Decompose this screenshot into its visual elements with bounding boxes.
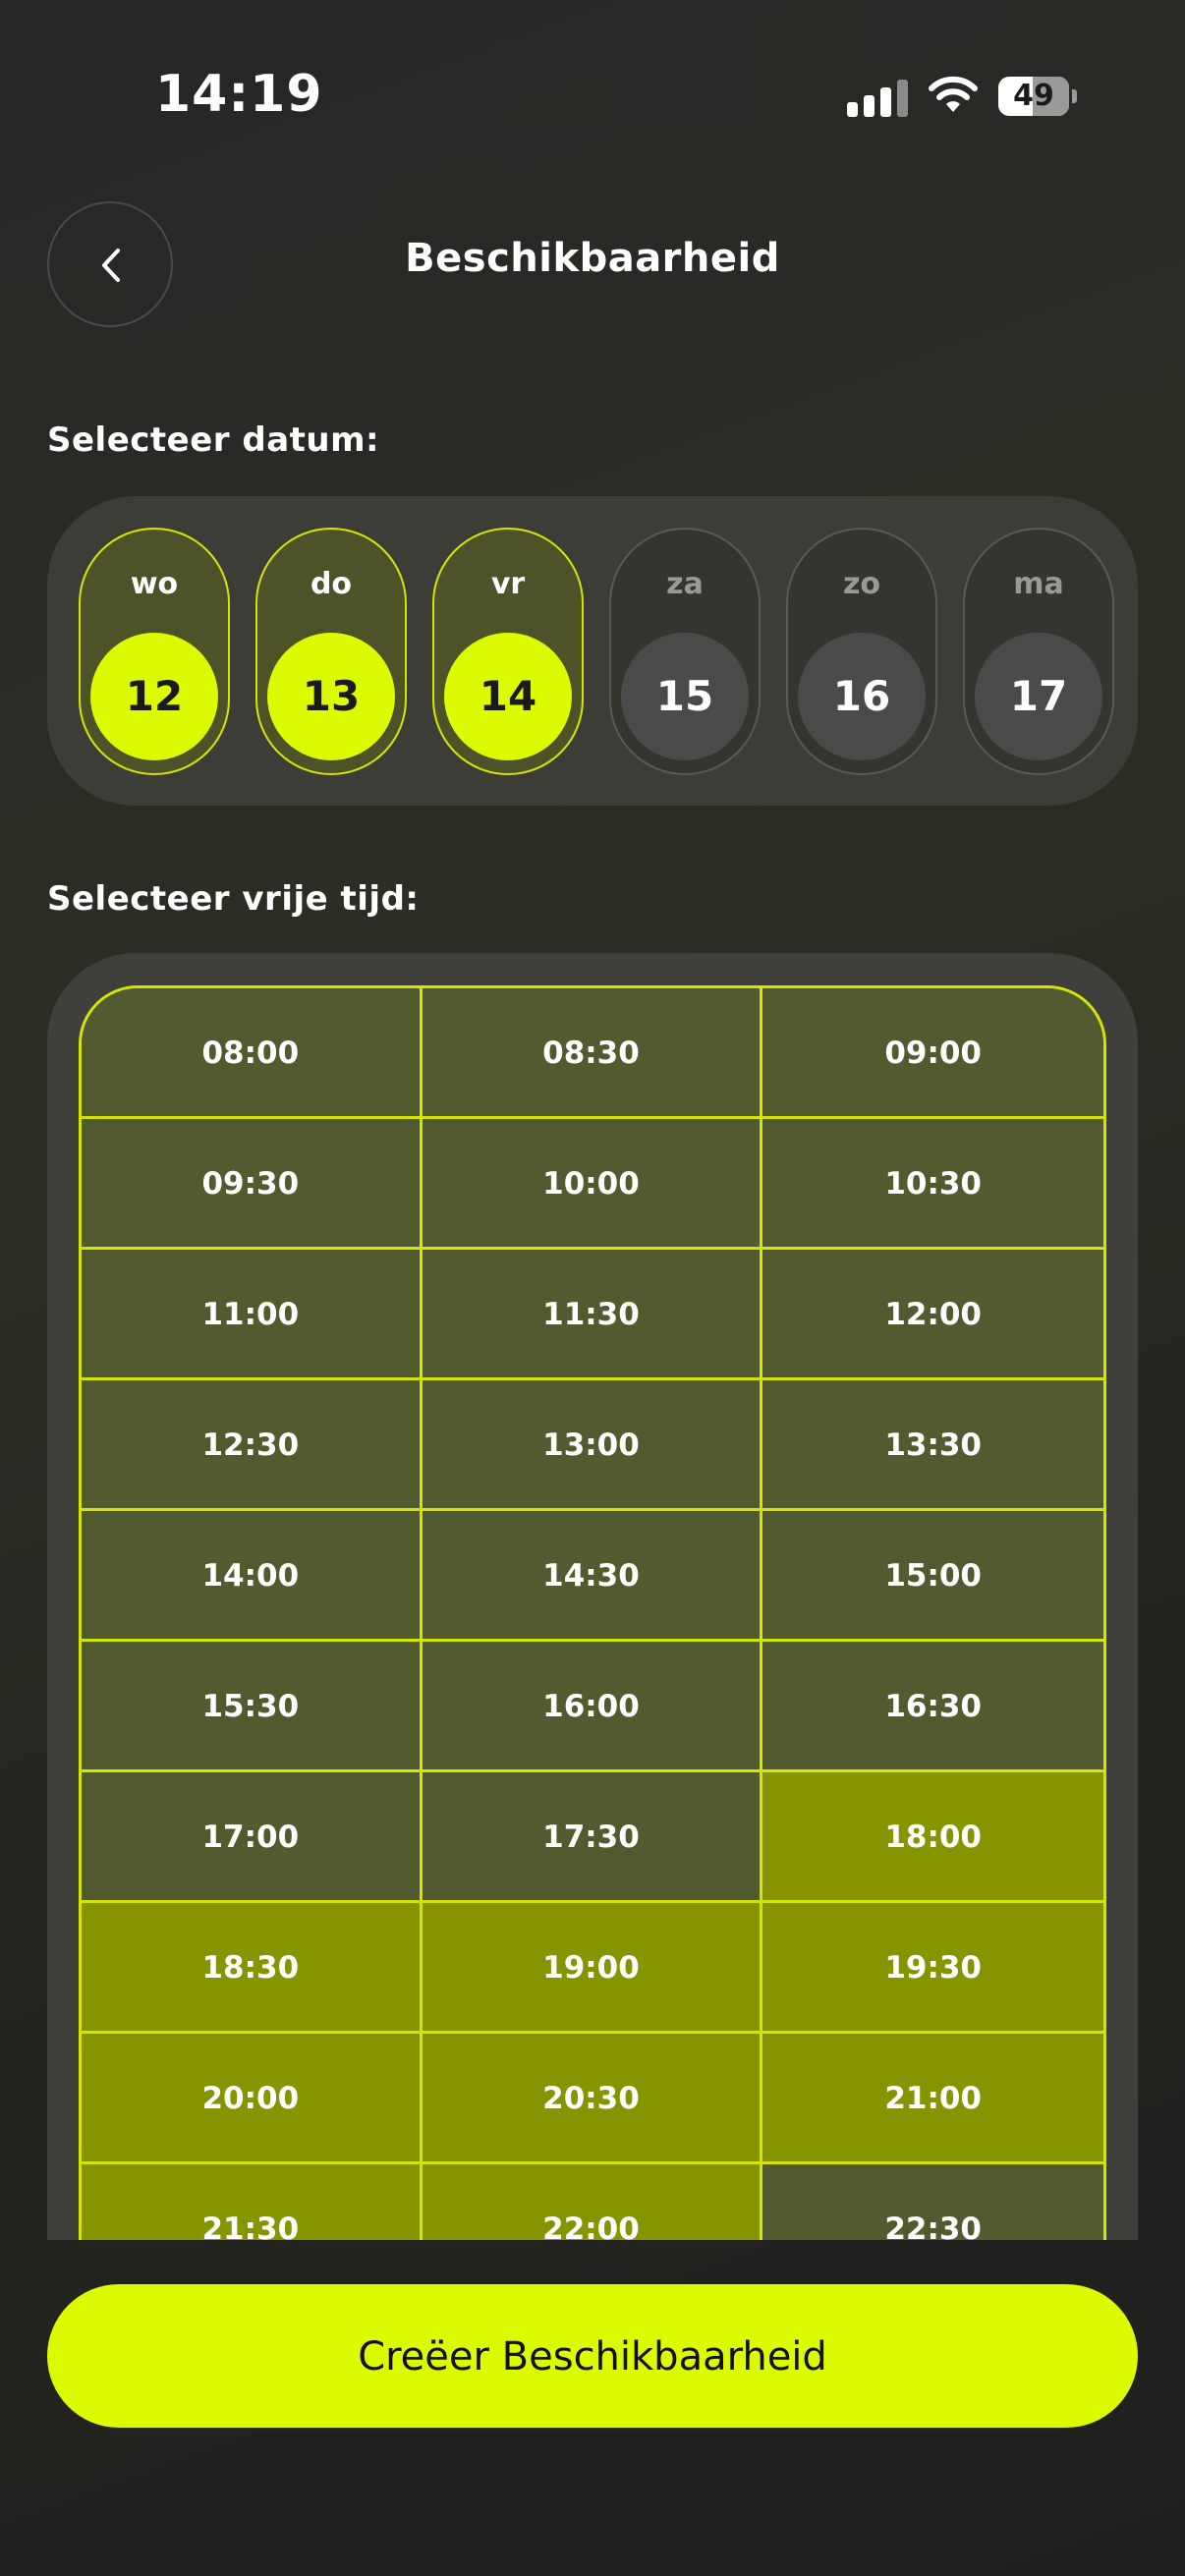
time-slot-0930[interactable]: 09:30 bbox=[82, 1119, 423, 1250]
day-label: vr bbox=[490, 567, 526, 601]
day-number: 16 bbox=[798, 633, 926, 760]
time-selector: 08:00 08:30 09:00 09:30 10:00 10:30 11:00 11:30… bbox=[47, 953, 1138, 2240]
time-slot-2130[interactable]: 21:30 bbox=[82, 2164, 423, 2240]
date-selector: wo 12 do 13 vr 14 za 15 zo 16 ma 17 bbox=[47, 496, 1138, 806]
time-slot-2000[interactable]: 20:00 bbox=[82, 2034, 423, 2164]
date-pill-ma[interactable]: ma 17 bbox=[963, 528, 1114, 775]
day-number: 17 bbox=[975, 633, 1102, 760]
day-label: ma bbox=[1013, 567, 1064, 601]
time-slot-1400[interactable]: 14:00 bbox=[82, 1511, 423, 1642]
time-section-label: Selecteer vrije tijd: bbox=[47, 879, 420, 919]
time-slot-0900[interactable]: 09:00 bbox=[762, 988, 1103, 1119]
battery-icon: 49 bbox=[998, 77, 1077, 116]
time-slot-2030[interactable]: 20:30 bbox=[422, 2034, 763, 2164]
page-title: Beschikbaarheid bbox=[405, 236, 780, 281]
day-number: 15 bbox=[621, 633, 749, 760]
date-pill-wo[interactable]: wo 12 bbox=[79, 528, 230, 775]
battery-tip bbox=[1072, 89, 1077, 103]
day-label: za bbox=[666, 567, 704, 601]
time-slot-1730[interactable]: 17:30 bbox=[422, 1772, 763, 1903]
time-slot-1200[interactable]: 12:00 bbox=[762, 1250, 1103, 1380]
date-pill-vr[interactable]: vr 14 bbox=[432, 528, 584, 775]
date-pill-za[interactable]: za 15 bbox=[609, 528, 761, 775]
create-availability-button[interactable]: Creëer Beschikbaarheid bbox=[47, 2284, 1138, 2428]
time-slot-1800[interactable]: 18:00 bbox=[762, 1772, 1103, 1903]
time-slot-0830[interactable]: 08:30 bbox=[422, 988, 763, 1119]
status-time: 14:19 bbox=[155, 65, 323, 124]
time-slot-1100[interactable]: 11:00 bbox=[82, 1250, 423, 1380]
time-slot-2100[interactable]: 21:00 bbox=[762, 2034, 1103, 2164]
wifi-icon bbox=[929, 76, 978, 112]
signal-icon bbox=[847, 76, 908, 117]
day-number: 13 bbox=[267, 633, 395, 760]
time-slot-1130[interactable]: 11:30 bbox=[422, 1250, 763, 1380]
time-slot-2230[interactable]: 22:30 bbox=[762, 2164, 1103, 2240]
day-label: do bbox=[310, 567, 353, 601]
time-slot-1230[interactable]: 12:30 bbox=[82, 1380, 423, 1511]
date-pill-do[interactable]: do 13 bbox=[255, 528, 407, 775]
time-slot-1500[interactable]: 15:00 bbox=[762, 1511, 1103, 1642]
battery-level: 49 bbox=[1013, 79, 1054, 113]
time-slot-1430[interactable]: 14:30 bbox=[422, 1511, 763, 1642]
date-section-label: Selecteer datum: bbox=[47, 420, 380, 460]
time-slot-0800[interactable]: 08:00 bbox=[82, 988, 423, 1119]
time-slot-1600[interactable]: 16:00 bbox=[422, 1642, 763, 1772]
day-label: wo bbox=[130, 567, 179, 601]
time-slot-1700[interactable]: 17:00 bbox=[82, 1772, 423, 1903]
time-slot-1300[interactable]: 13:00 bbox=[422, 1380, 763, 1511]
day-number: 14 bbox=[444, 633, 572, 760]
time-slot-1000[interactable]: 10:00 bbox=[422, 1119, 763, 1250]
time-slot-1330[interactable]: 13:30 bbox=[762, 1380, 1103, 1511]
day-label: zo bbox=[842, 567, 881, 601]
time-slot-2200[interactable]: 22:00 bbox=[422, 2164, 763, 2240]
battery-body: 49 bbox=[998, 77, 1069, 116]
time-slot-1900[interactable]: 19:00 bbox=[422, 1903, 763, 2034]
day-number: 12 bbox=[90, 633, 218, 760]
time-slot-1030[interactable]: 10:30 bbox=[762, 1119, 1103, 1250]
time-slot-1830[interactable]: 18:30 bbox=[82, 1903, 423, 2034]
date-pill-zo[interactable]: zo 16 bbox=[786, 528, 937, 775]
time-slot-1530[interactable]: 15:30 bbox=[82, 1642, 423, 1772]
time-slot-1630[interactable]: 16:30 bbox=[762, 1642, 1103, 1772]
time-grid: 08:00 08:30 09:00 09:30 10:00 10:30 11:00 11:30… bbox=[79, 985, 1106, 2240]
status-bar: 14:19 49 bbox=[0, 0, 1185, 187]
time-slot-1930[interactable]: 19:30 bbox=[762, 1903, 1103, 2034]
